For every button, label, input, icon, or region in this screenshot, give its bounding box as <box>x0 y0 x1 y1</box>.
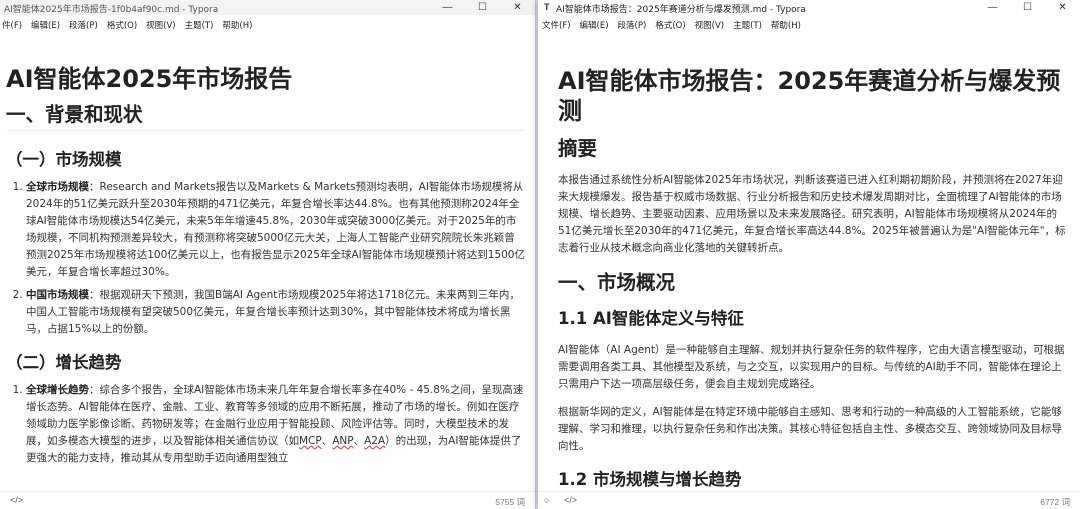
menu-view[interactable]: 视图(V) <box>146 19 175 31</box>
menu-paragraph[interactable]: 段落(P) <box>69 19 98 31</box>
item-text: ：Research and Markets报告以及Markets & Marke… <box>26 181 525 278</box>
close-icon[interactable]: ✕ <box>500 0 535 15</box>
menu-edit[interactable]: 编辑(E) <box>580 19 609 31</box>
menu-bar: 文件(F) 编辑(E) 段落(P) 格式(O) 视图(V) 主题(T) 帮助(H… <box>538 16 1080 34</box>
menu-edit[interactable]: 编辑(E) <box>31 19 60 31</box>
close-icon[interactable]: ✕ <box>1045 0 1080 15</box>
misspelled-word[interactable]: A2A <box>364 435 385 447</box>
subsection-heading-market-size: 1.2 市场规模与增长趋势 <box>558 470 742 489</box>
definition-paragraph: 根据新华网的定义，AI智能体是在特定环境中能够自主感知、思考和行动的一种高级的人… <box>558 406 1062 452</box>
source-code-icon[interactable]: </> <box>10 495 23 505</box>
misspelled-word[interactable]: ANP <box>332 435 353 447</box>
doc-title: AI智能体2025年市场报告 <box>6 65 293 93</box>
title-bar[interactable]: AI智能体2025年市场报告-1f0b4af90c.md - Typora — … <box>0 0 535 15</box>
subsection-heading-growth: （二）增长趋势 <box>6 353 122 372</box>
separator: 、 <box>321 435 333 447</box>
maximize-icon[interactable]: ☐ <box>465 0 500 15</box>
list-item: 全球增长趋势：综合多个报告，全球AI智能体市场未来几年年复合增长率多在40% -… <box>26 382 525 467</box>
separator: 、 <box>353 435 365 447</box>
status-bar: </> 5755 词 <box>0 491 535 509</box>
market-list: 全球市场规模：Research and Markets报告以及Markets &… <box>6 179 525 338</box>
menu-theme[interactable]: 主题(T) <box>733 19 762 31</box>
title-bar[interactable]: T AI智能体市场报告：2025年赛道分析与爆发预测.md - Typora —… <box>538 0 1080 15</box>
item-label: 全球增长趋势 <box>26 384 89 396</box>
subsection-heading-market: （一）市场规模 <box>6 150 122 169</box>
menu-file[interactable]: 件(F) <box>2 19 22 31</box>
window-controls: — ☐ ✕ <box>430 0 535 15</box>
minimize-icon[interactable]: — <box>430 0 465 15</box>
minimize-icon[interactable]: — <box>975 0 1010 15</box>
menu-bar: 件(F) 编辑(E) 段落(P) 格式(O) 视图(V) 主题(T) 帮助(H) <box>0 16 535 34</box>
menu-paragraph[interactable]: 段落(P) <box>618 19 647 31</box>
window-title: AI智能体2025年市场报告-1f0b4af90c.md - Typora <box>4 5 219 15</box>
subsection-heading-definition: 1.1 AI智能体定义与特征 <box>558 309 744 328</box>
menu-file[interactable]: 文件(F) <box>542 19 571 31</box>
list-item: 全球市场规模：Research and Markets报告以及Markets &… <box>26 179 525 281</box>
misspelled-word[interactable]: MCP <box>299 435 322 447</box>
word-count[interactable]: 6772 词 <box>1040 496 1070 508</box>
list-item: 中国市场规模：根据观研天下预测，我国B端AI Agent市场规模2025年将达1… <box>26 287 525 338</box>
typora-logo-icon: T <box>544 2 550 12</box>
word-count[interactable]: 5755 词 <box>495 496 525 508</box>
editor-content[interactable]: AI智能体2025年市场报告 一、背景和现状 （一）市场规模 全球市场规模：Re… <box>0 34 535 492</box>
window-title: AI智能体市场报告：2025年赛道分析与爆发预测.md - Typora <box>556 5 806 15</box>
typora-window-left: AI智能体2025年市场报告-1f0b4af90c.md - Typora — … <box>0 0 536 509</box>
source-code-icon[interactable]: </> <box>564 495 577 505</box>
section-heading-overview: 一、市场概况 <box>558 271 676 294</box>
item-label: 全球市场规模 <box>26 181 89 193</box>
doc-title: AI智能体市场报告：2025年赛道分析与爆发预测 <box>558 67 1061 125</box>
menu-help[interactable]: 帮助(H) <box>771 19 801 31</box>
circle-icon[interactable]: ○ <box>544 495 549 505</box>
section-heading: 一、背景和现状 <box>6 102 525 131</box>
typora-window-right: T AI智能体市场报告：2025年赛道分析与爆发预测.md - Typora —… <box>538 0 1080 509</box>
menu-format[interactable]: 格式(O) <box>655 19 685 31</box>
status-bar: ○ </> 6772 词 <box>538 491 1080 509</box>
menu-theme[interactable]: 主题(T) <box>185 19 214 31</box>
editor-content[interactable]: AI智能体市场报告：2025年赛道分析与爆发预测 摘要 本报告通过系统性分析AI… <box>538 34 1080 492</box>
definition-paragraph: AI智能体（AI Agent）是一种能够自主理解、规划并执行复杂任务的软件程序，… <box>558 344 1065 390</box>
item-label: 中国市场规模 <box>26 289 89 301</box>
menu-help[interactable]: 帮助(H) <box>222 19 252 31</box>
menu-view[interactable]: 视图(V) <box>695 19 724 31</box>
summary-paragraph: 本报告通过系统性分析AI智能体2025年市场状况，判断该赛道已进入红利期初期阶段… <box>558 174 1066 254</box>
growth-list: 全球增长趋势：综合多个报告，全球AI智能体市场未来几年年复合增长率多在40% -… <box>6 382 525 467</box>
item-text: ：根据观研天下预测，我国B端AI Agent市场规模2025年将达1718亿元。… <box>26 289 520 335</box>
section-heading-summary: 摘要 <box>558 137 598 160</box>
window-controls: — ☐ ✕ <box>975 0 1080 15</box>
maximize-icon[interactable]: ☐ <box>1010 0 1045 15</box>
menu-format[interactable]: 格式(O) <box>107 19 137 31</box>
